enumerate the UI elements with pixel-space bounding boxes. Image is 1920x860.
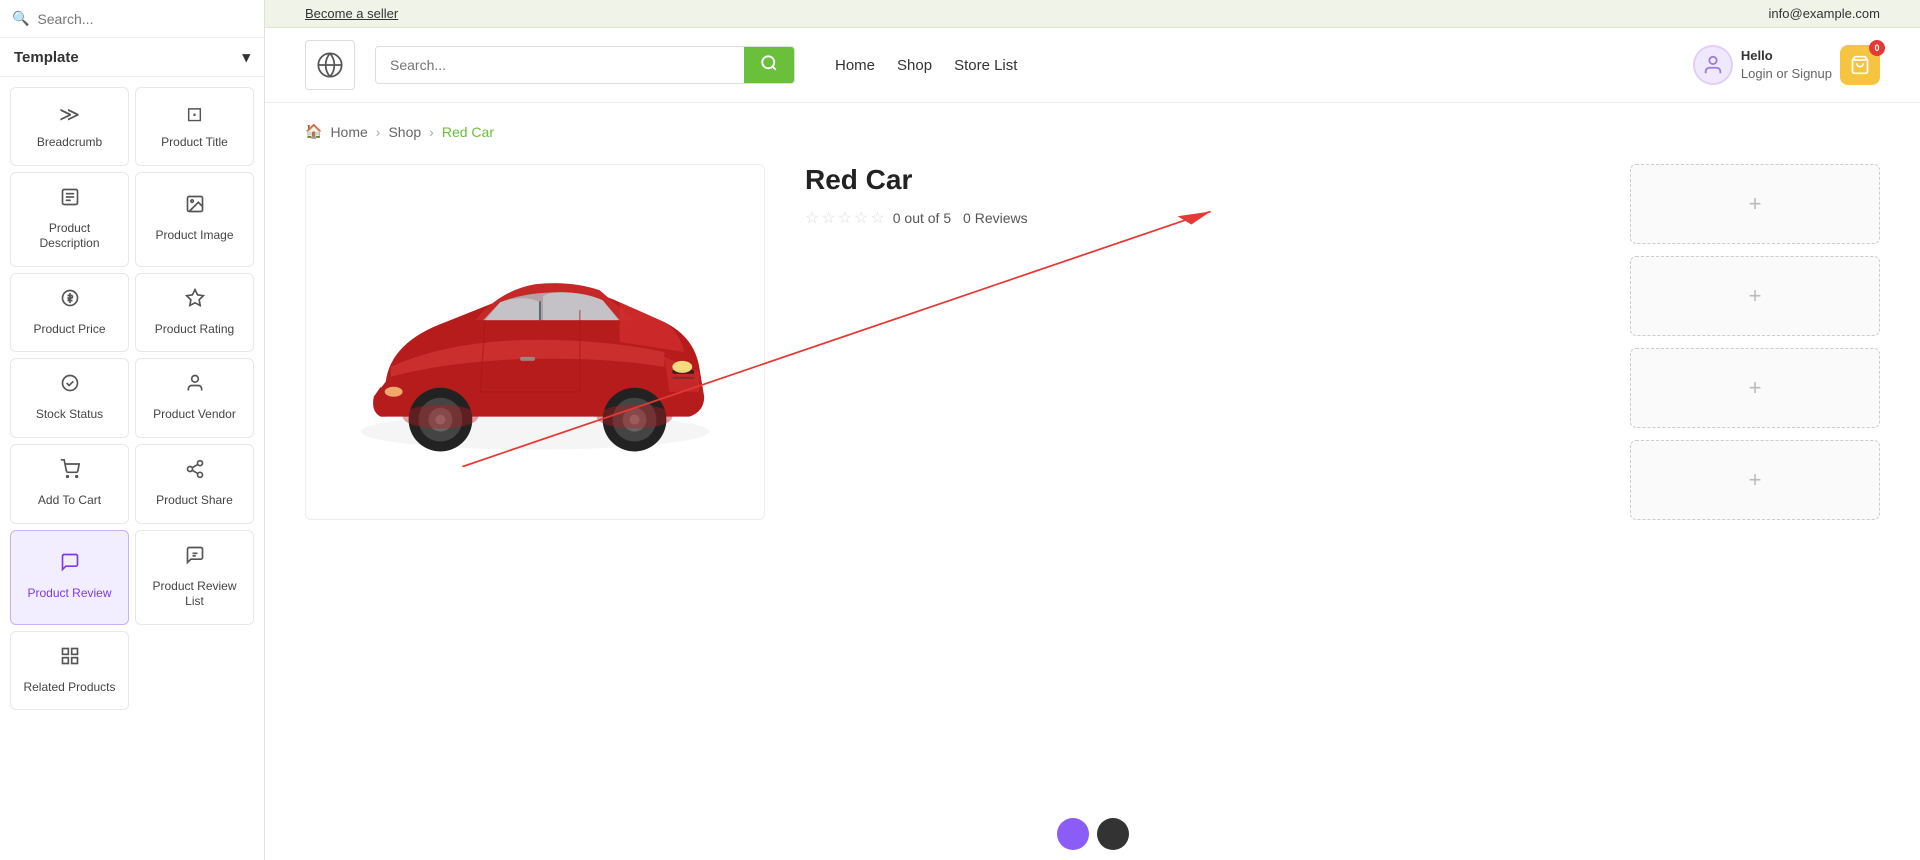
product-share-icon: [185, 459, 205, 485]
sidebar-item-product-description[interactable]: Product Description: [10, 172, 129, 267]
nav-user-area: Hello Login or Signup 0: [1693, 45, 1880, 85]
placeholder-2[interactable]: +: [1630, 256, 1880, 336]
product-price-icon: [60, 288, 80, 314]
sidebar-search-input[interactable]: [37, 11, 252, 27]
sidebar-item-label: Product Description: [19, 221, 120, 252]
breadcrumb-home[interactable]: Home: [330, 124, 367, 140]
nav-shop[interactable]: Shop: [897, 57, 932, 74]
sidebar-item-label: Product Rating: [155, 322, 234, 338]
sidebar-item-label: Product Review: [27, 586, 111, 602]
logo-icon: [305, 40, 355, 90]
main-content: Become a seller info@example.com Home Sh…: [265, 0, 1920, 860]
sidebar-items-grid: ≫ Breadcrumb ⊡ Product Title Product Des…: [0, 77, 264, 720]
breadcrumb-shop[interactable]: Shop: [388, 124, 421, 140]
sidebar-search-icon: 🔍: [12, 10, 29, 27]
sidebar-item-label: Product Vendor: [153, 407, 236, 423]
sidebar-item-label: Product Review List: [144, 579, 245, 610]
nav-home[interactable]: Home: [835, 57, 875, 74]
breadcrumb-sep-2: ›: [429, 124, 434, 140]
sidebar-item-product-vendor[interactable]: Product Vendor: [135, 358, 254, 438]
sidebar-item-stock-status[interactable]: Stock Status: [10, 358, 129, 438]
dot-1[interactable]: [1057, 818, 1089, 850]
sidebar-item-label: Product Image: [155, 228, 233, 244]
page-content: 🏠 Home › Shop › Red Car: [265, 103, 1920, 860]
sidebar: 🔍 Template ▾ ≫ Breadcrumb ⊡ Product Titl…: [0, 0, 265, 860]
bottom-dots: [1057, 818, 1129, 850]
product-description-icon: [60, 187, 80, 213]
placeholder-3[interactable]: +: [1630, 348, 1880, 428]
sidebar-item-product-review-list[interactable]: Product Review List: [135, 530, 254, 625]
placeholder-4[interactable]: +: [1630, 440, 1880, 520]
sidebar-item-label: Product Price: [33, 322, 105, 338]
star-5: ☆: [870, 208, 884, 228]
product-area: Red Car ☆ ☆ ☆ ☆ ☆ 0 out of 5 0 Reviews: [305, 164, 1880, 520]
topbar: Become a seller info@example.com: [265, 0, 1920, 28]
product-title: Red Car: [805, 164, 1590, 196]
rating-count: 0 Reviews: [959, 210, 1027, 226]
star-4: ☆: [854, 208, 868, 228]
sidebar-item-related-products[interactable]: Related Products: [10, 631, 129, 711]
sidebar-item-product-share[interactable]: Product Share: [135, 444, 254, 524]
product-rating-icon: [185, 288, 205, 314]
sidebar-item-product-review[interactable]: Product Review: [10, 530, 129, 625]
sidebar-template-header: Template ▾: [0, 38, 264, 77]
topbar-email: info@example.com: [1769, 6, 1880, 21]
user-greeting: Hello: [1741, 47, 1832, 65]
sidebar-item-label: Stock Status: [36, 407, 103, 423]
sidebar-search-bar[interactable]: 🔍: [0, 0, 264, 38]
breadcrumb-sep-1: ›: [376, 124, 381, 140]
cart-button[interactable]: 0: [1840, 45, 1880, 85]
dot-2[interactable]: [1097, 818, 1129, 850]
logo-area: [305, 40, 355, 90]
star-3: ☆: [838, 208, 852, 228]
sidebar-item-breadcrumb[interactable]: ≫ Breadcrumb: [10, 87, 129, 166]
sidebar-item-product-image[interactable]: Product Image: [135, 172, 254, 267]
product-review-list-icon: [185, 545, 205, 571]
product-vendor-icon: [185, 373, 205, 399]
sidebar-item-product-title[interactable]: ⊡ Product Title: [135, 87, 254, 166]
stars: ☆ ☆ ☆ ☆ ☆: [805, 208, 885, 228]
sidebar-item-label: Add To Cart: [38, 493, 101, 509]
right-column: + + + +: [1630, 164, 1880, 520]
product-car-image: [326, 202, 744, 482]
breadcrumb: 🏠 Home › Shop › Red Car: [305, 123, 1880, 140]
sidebar-item-label: Related Products: [23, 680, 115, 696]
product-image-icon: [185, 194, 205, 220]
star-1: ☆: [805, 208, 819, 228]
stock-status-icon: [60, 373, 80, 399]
star-2: ☆: [821, 208, 835, 228]
sidebar-item-label: Breadcrumb: [37, 135, 102, 151]
sidebar-item-label: Product Share: [156, 493, 233, 509]
user-avatar: [1693, 45, 1733, 85]
sidebar-item-label: Product Title: [161, 135, 228, 151]
user-text: Hello Login or Signup: [1741, 47, 1832, 83]
become-seller-link[interactable]: Become a seller: [305, 6, 398, 21]
sidebar-item-product-rating[interactable]: Product Rating: [135, 273, 254, 353]
product-title-icon: ⊡: [186, 102, 203, 127]
navbar: Home Shop Store List Hello Login or Sign…: [265, 28, 1920, 103]
product-info: Red Car ☆ ☆ ☆ ☆ ☆ 0 out of 5 0 Reviews: [805, 164, 1590, 520]
user-action[interactable]: Login or Signup: [1741, 65, 1832, 83]
breadcrumb-icon: ≫: [59, 102, 80, 127]
rating-row: ☆ ☆ ☆ ☆ ☆ 0 out of 5 0 Reviews: [805, 208, 1590, 228]
product-review-icon: [60, 552, 80, 578]
product-image-container: [305, 164, 765, 520]
navbar-search-bar[interactable]: [375, 46, 795, 84]
breadcrumb-current: Red Car: [442, 124, 494, 140]
placeholder-1[interactable]: +: [1630, 164, 1880, 244]
rating-text: 0 out of 5: [893, 210, 951, 226]
navbar-search-button[interactable]: [744, 47, 794, 83]
add-to-cart-icon: [60, 459, 80, 485]
nav-store-list[interactable]: Store List: [954, 57, 1017, 74]
sidebar-item-add-to-cart[interactable]: Add To Cart: [10, 444, 129, 524]
home-icon: 🏠: [305, 123, 322, 140]
related-products-icon: [60, 646, 80, 672]
cart-badge: 0: [1869, 40, 1885, 56]
sidebar-item-product-price[interactable]: Product Price: [10, 273, 129, 353]
navbar-search-input[interactable]: [376, 47, 744, 83]
nav-links: Home Shop Store List: [835, 57, 1017, 74]
